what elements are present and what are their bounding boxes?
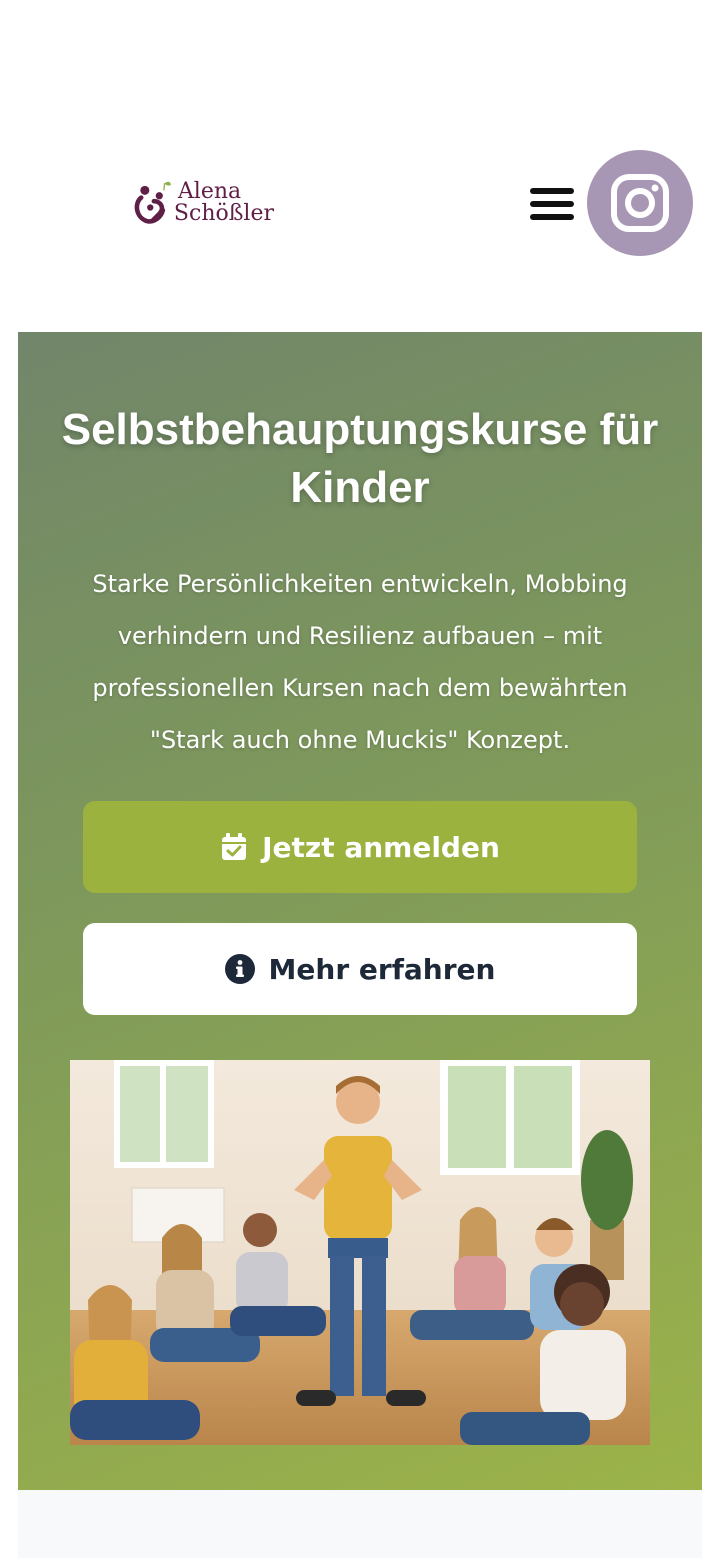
register-button-label: Jetzt anmelden [262,830,500,864]
logo-icon [134,181,172,224]
hero-title: Selbstbehauptungskurse für Kinder [61,405,659,513]
register-button[interactable]: Jetzt anmelden [83,801,637,893]
logo-text-line2: Schößler [173,201,274,226]
next-section-background [18,1490,702,1558]
site-header: Alena Schößler [0,0,720,332]
learn-more-button-label: Mehr erfahren [268,952,496,986]
calendar-check-icon [220,832,248,862]
hamburger-menu-icon[interactable] [528,184,576,224]
logo-text: Alena Schößler [174,181,274,225]
logo[interactable]: Alena Schößler [134,172,274,234]
instagram-icon [611,174,669,232]
info-circle-icon [224,954,255,984]
hero-image-children-circle [70,1060,650,1445]
learn-more-button[interactable]: Mehr erfahren [83,923,637,1015]
logo-text-line1: Alena [177,179,242,204]
menu-bar [530,201,574,207]
menu-bar [530,188,574,194]
menu-bar [530,214,574,220]
hero-subtitle: Starke Persönlichkeiten entwickeln, Mobb… [92,570,628,754]
hero-section: Selbstbehauptungskurse für Kinder Starke… [18,332,702,1490]
instagram-button[interactable] [587,150,693,256]
